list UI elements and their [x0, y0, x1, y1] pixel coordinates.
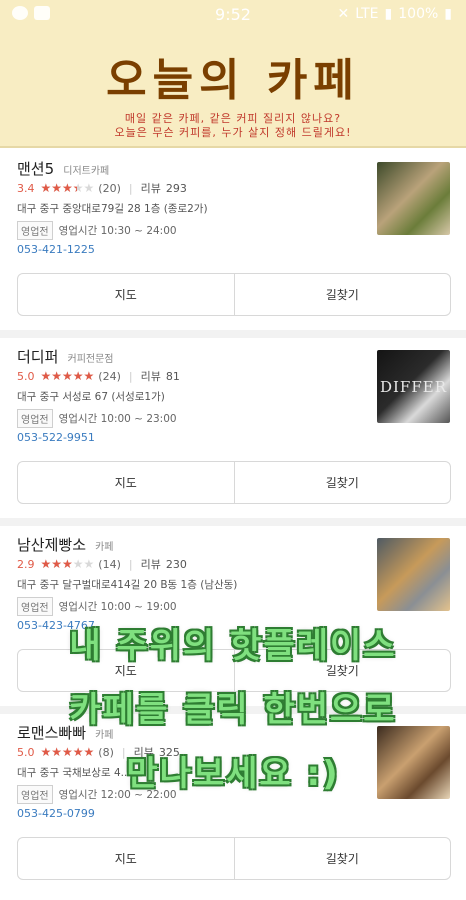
map-button[interactable]: 지도: [18, 274, 234, 315]
cafe-name[interactable]: 남산제빵소: [17, 536, 86, 554]
battery-text: 100%: [398, 6, 439, 22]
cafe-thumbnail[interactable]: [377, 538, 450, 611]
rating-row: 5.0 ★★★★★ ★★★★★ (24) | 리뷰 81: [17, 368, 180, 384]
review-label: 리뷰: [140, 558, 161, 571]
review-value: 293: [165, 181, 187, 195]
cafe-category: 카페: [95, 730, 114, 741]
section-divider: [0, 330, 466, 338]
directions-button[interactable]: 길찾기: [233, 462, 451, 503]
page-title: 오늘의 카페: [106, 55, 360, 106]
rating-score: 5.0: [17, 369, 35, 383]
cafe-name-row: 더디퍼 커피전문점: [17, 346, 114, 367]
map-button[interactable]: 지도: [18, 462, 234, 503]
rating-count: (20): [98, 181, 121, 195]
rating-count: (14): [98, 557, 121, 571]
phone-link[interactable]: 053-522-9951: [17, 431, 95, 444]
star-rating-filled-icon: ★★★★★: [40, 181, 78, 195]
hours-row: 영업전 영업시간 10:00 ~ 19:00: [17, 597, 177, 616]
map-button[interactable]: 지도: [18, 838, 234, 879]
phone-link[interactable]: 053-421-1225: [17, 243, 95, 256]
cafe-name-row: 남산제빵소 카페: [17, 534, 114, 555]
cafe-action-bar: 지도 길찾기: [17, 461, 451, 504]
rating-row: 3.4 ★★★★★ ★★★★★ (20) | 리뷰 293: [17, 180, 187, 196]
network-label: LTE: [355, 6, 379, 22]
star-rating-filled-icon: ★★★★★: [40, 369, 95, 383]
star-rating: ★★★★★ ★★★★★: [41, 369, 95, 383]
cafe-address: 대구 중구 달구벌대로414길 20 B동 1층 (남산동): [17, 579, 238, 591]
phone-link[interactable]: 053-425-0799: [17, 807, 95, 820]
cafe-thumbnail[interactable]: DIFFER: [377, 350, 450, 423]
app-header: 오늘의 카페 매일 같은 카페, 같은 커피 질리지 않나요? 오늘은 무슨 커…: [0, 30, 466, 148]
opening-hours: 영업시간 10:30 ~ 24:00: [58, 225, 177, 237]
header-subtitle-2: 오늘은 무슨 커피를, 누가 살지 정해 드릴게요!: [114, 126, 352, 139]
promo-overlay-line-1: 내 주위의 핫플레이스: [69, 626, 397, 666]
review-label: 리뷰: [140, 370, 161, 383]
mute-icon: ✕: [337, 6, 350, 22]
open-status-badge: 영업전: [17, 597, 53, 616]
open-status-badge: 영업전: [17, 221, 53, 240]
battery-icon: ▮: [444, 6, 452, 22]
cafe-category: 커피전문점: [67, 354, 114, 365]
section-divider: [0, 518, 466, 526]
promo-overlay-line-2: 카페를 클릭 한번으로: [69, 690, 397, 730]
rating-score: 3.4: [17, 181, 35, 195]
promo-overlay-line-3: 만나보세요 :): [126, 754, 340, 794]
hours-row: 영업전 영업시간 10:30 ~ 24:00: [17, 221, 177, 240]
open-status-badge: 영업전: [17, 409, 53, 428]
cafe-category: 카페: [95, 542, 114, 553]
directions-button[interactable]: 길찾기: [233, 274, 451, 315]
review-value: 230: [165, 557, 187, 571]
cafe-name-row: 맨션5 디저트카페: [17, 158, 109, 179]
cafe-address: 대구 중구 중앙대로79길 28 1층 (종로2가): [17, 203, 208, 215]
cafe-action-bar: 지도 길찾기: [17, 273, 451, 316]
star-rating: ★★★★★ ★★★★★: [41, 181, 95, 195]
cafe-name[interactable]: 맨션5: [17, 160, 54, 178]
separator: |: [128, 181, 133, 195]
star-rating-filled-icon: ★★★★★: [40, 557, 72, 571]
rating-row: 2.9 ★★★★★ ★★★★★ (14) | 리뷰 230: [17, 556, 187, 572]
separator: |: [128, 369, 133, 383]
cafe-category: 디저트카페: [63, 166, 110, 177]
rating-score: 2.9: [17, 557, 35, 571]
opening-hours: 영업시간 10:00 ~ 19:00: [58, 601, 177, 613]
opening-hours: 영업시간 10:00 ~ 23:00: [58, 413, 177, 425]
cafe-action-bar: 지도 길찾기: [17, 837, 451, 880]
rating-count: (24): [98, 369, 121, 383]
directions-button[interactable]: 길찾기: [233, 838, 451, 879]
signal-icon: ▮: [384, 6, 393, 22]
status-bar: 9:52 ✕ LTE ▮ 100% ▮: [0, 0, 466, 30]
cafe-thumbnail[interactable]: [377, 162, 450, 235]
cafe-address: 대구 중구 서성로 67 (서성로1가): [17, 391, 165, 403]
cafe-card[interactable]: 맨션5 디저트카페 3.4 ★★★★★ ★★★★★ (20) | 리뷰 293 …: [0, 158, 466, 330]
review-label: 리뷰: [140, 182, 161, 195]
status-right: ✕ LTE ▮ 100% ▮: [338, 6, 452, 22]
cafe-name[interactable]: 더디퍼: [17, 348, 58, 366]
review-value: 81: [165, 369, 180, 383]
hours-row: 영업전 영업시간 10:00 ~ 23:00: [17, 409, 177, 428]
star-rating: ★★★★★ ★★★★★: [41, 557, 95, 571]
separator: |: [128, 557, 133, 571]
thumbnail-logo-text: DIFFER: [379, 378, 447, 396]
cafe-card[interactable]: 더디퍼 커피전문점 5.0 ★★★★★ ★★★★★ (24) | 리뷰 81 대…: [0, 346, 466, 518]
